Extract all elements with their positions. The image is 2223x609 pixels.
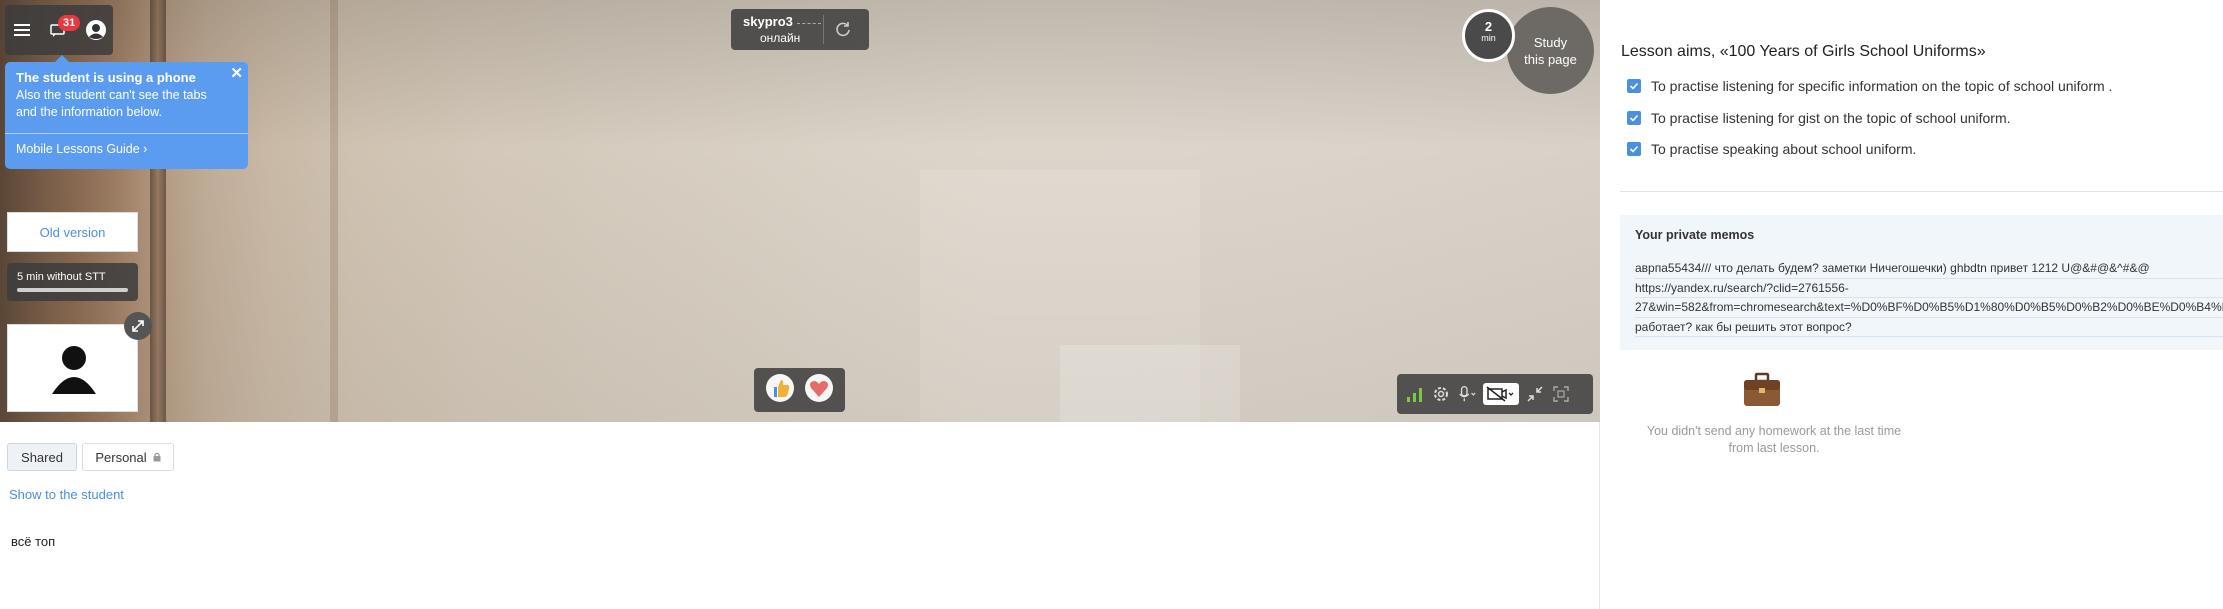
expand-preview-button[interactable] [124, 312, 152, 340]
camera-off-icon [1486, 386, 1514, 402]
microphone-icon [1459, 386, 1476, 402]
call-controls [1397, 374, 1593, 414]
old-version-button[interactable]: Old version [7, 212, 138, 252]
lesson-info-panel: Lesson aims, «100 Years of Girls School … [1600, 0, 2223, 609]
lock-icon [153, 452, 161, 462]
study-button-line2: this page [1524, 51, 1577, 67]
microphone-button[interactable] [1457, 384, 1477, 404]
stt-indicator: 5 min without STT [7, 263, 138, 301]
top-left-toolbar: 31 [5, 5, 113, 55]
refresh-connection-button[interactable] [834, 20, 852, 43]
chat-button[interactable]: 31 [42, 5, 81, 55]
lesson-aim-label: To practise speaking about school unifor… [1651, 141, 1917, 157]
lesson-aim-label: To practise listening for specific infor… [1651, 78, 2113, 94]
memos-text[interactable]: аврпа55434/// что делать будем? заметки … [1635, 259, 2223, 337]
lesson-timer: 2 min [1462, 9, 1515, 62]
lesson-aim-item[interactable]: To practise listening for specific infor… [1627, 78, 2112, 94]
homework-status-line2: from last lesson. [1728, 441, 1820, 455]
timer-unit: min [1481, 33, 1496, 43]
tab-personal[interactable]: Personal [82, 443, 174, 471]
student-name: skypro3 [743, 14, 793, 29]
stt-label: 5 min without STT [17, 271, 106, 283]
menu-button[interactable] [5, 5, 39, 55]
video-stage: 31 The student is using a phone ✕ Also t… [0, 0, 1600, 422]
user-silhouette-icon [47, 336, 101, 394]
collapse-video-button[interactable] [1525, 384, 1545, 404]
camera-toggle-button[interactable] [1483, 383, 1519, 405]
guide-link-label: Mobile Lessons Guide [16, 142, 140, 156]
heart-icon[interactable] [804, 373, 834, 408]
collapse-icon [1527, 386, 1543, 402]
chevron-right-icon: › [143, 142, 148, 156]
tooltip-divider [5, 133, 248, 134]
homework-status: You didn't send any homework at the last… [1620, 423, 1928, 457]
lesson-aim-item[interactable]: To practise speaking about school unifor… [1627, 141, 1916, 157]
checkbox-checked-icon[interactable] [1627, 142, 1641, 156]
student-online-status: онлайн [760, 31, 801, 45]
gear-icon [1434, 387, 1448, 401]
memo-line: аврпа55434/// что делать будем? заметки … [1635, 259, 2223, 279]
lesson-aims-title: Lesson aims, «100 Years of Girls School … [1621, 43, 1986, 60]
study-button-line1: Study [1533, 34, 1568, 50]
memos-title: Your private memos [1635, 228, 1755, 242]
user-avatar-icon [86, 20, 106, 40]
reactions-bar [754, 368, 845, 412]
mobile-lessons-guide-link[interactable]: Mobile Lessons Guide › [16, 142, 147, 156]
settings-button[interactable] [1431, 384, 1451, 404]
phone-notice-tooltip: The student is using a phone ✕ Also the … [5, 55, 248, 169]
chat-unread-badge: 31 [58, 15, 81, 31]
show-to-student-link[interactable]: Show to the student [9, 487, 124, 502]
memo-line: работает? как бы решить этот вопрос? [1635, 318, 2223, 337]
section-divider [1620, 191, 2223, 192]
memo-line: https://yandex.ru/search/?clid=2761556- [1635, 279, 2223, 298]
memo-line: 27&win=582&from=chromesearch&text=%D0%BF… [1635, 298, 2223, 318]
phone-notice-body: Also the student can't see the tabs and … [16, 88, 207, 119]
tab-personal-label: Personal [95, 449, 147, 465]
status-divider [823, 15, 824, 44]
student-status: skypro3 онлайн [731, 9, 869, 50]
close-icon[interactable]: ✕ [230, 64, 243, 82]
signal-strength-icon [1405, 384, 1425, 404]
profile-button[interactable] [79, 5, 113, 55]
thumbs-up-icon[interactable] [765, 373, 795, 408]
stt-progress-bar [17, 288, 128, 292]
expand-arrows-icon [132, 320, 144, 332]
screenshot-icon [1553, 386, 1569, 402]
timer-value: 2 [1484, 19, 1493, 34]
private-memos[interactable]: Your private memos аврпа55434/// что дел… [1620, 215, 2223, 350]
notes-panel: Shared Personal Show to the student всё … [0, 422, 1600, 609]
connection-line [797, 23, 821, 24]
homework-status-line1: You didn't send any homework at the last… [1646, 424, 1902, 438]
checkbox-checked-icon[interactable] [1627, 111, 1641, 125]
hamburger-icon [14, 24, 30, 36]
screenshot-button[interactable] [1551, 384, 1571, 404]
tab-shared[interactable]: Shared [7, 443, 77, 471]
note-text[interactable]: всё топ [11, 534, 55, 549]
checkbox-checked-icon[interactable] [1627, 79, 1641, 93]
briefcase-icon [1742, 372, 1782, 413]
refresh-icon [836, 22, 850, 37]
lesson-aim-item[interactable]: To practise listening for gist on the to… [1627, 110, 2011, 126]
phone-notice-title: The student is using a phone [16, 70, 196, 85]
study-this-page-button[interactable]: Study this page [1507, 7, 1594, 94]
lesson-aim-label: To practise listening for gist on the to… [1651, 110, 2011, 126]
self-video-preview [7, 324, 138, 412]
